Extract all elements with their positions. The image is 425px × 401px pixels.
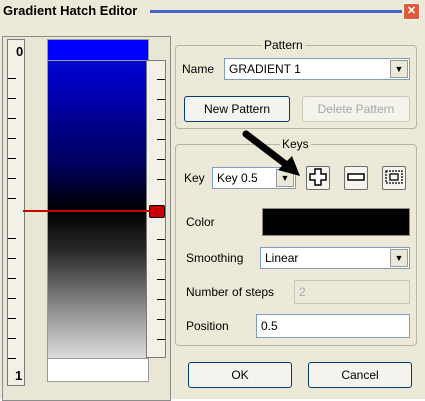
- smoothing-label: Smoothing: [186, 251, 244, 265]
- ruler-tick: [8, 138, 16, 139]
- key-color-swatch[interactable]: [262, 208, 410, 236]
- ruler-tick: [8, 238, 16, 239]
- copy-key-button[interactable]: [382, 166, 406, 190]
- chevron-down-icon[interactable]: ▼: [390, 60, 408, 78]
- position-label: Position: [186, 319, 229, 333]
- ruler-tick: [157, 179, 165, 180]
- ruler-tick: [8, 338, 16, 339]
- ruler-tick: [8, 118, 16, 119]
- copy-key-icon: [385, 170, 403, 184]
- name-label: Name: [182, 62, 215, 76]
- ruler-tick: [157, 339, 165, 340]
- gradient-preview-panel: 0 1: [2, 36, 171, 401]
- ruler-tick: [8, 78, 16, 79]
- smoothing-value: Linear: [265, 251, 299, 265]
- cancel-button[interactable]: Cancel: [308, 362, 412, 388]
- key-label: Key: [184, 171, 205, 185]
- ruler-tick: [8, 298, 16, 299]
- plus-icon: [309, 168, 327, 186]
- ruler-tick: [8, 358, 16, 359]
- window-title: Gradient Hatch Editor: [3, 3, 138, 18]
- chevron-down-icon[interactable]: ▼: [390, 249, 408, 267]
- ruler-tick: [8, 98, 16, 99]
- ruler-tick: [8, 158, 16, 159]
- color-label: Color: [186, 215, 215, 229]
- title-accent-bar: [150, 10, 402, 13]
- ruler-tick: [157, 139, 165, 140]
- ruler-tick: [157, 239, 165, 240]
- title-bar: Gradient Hatch Editor ✕: [0, 0, 425, 22]
- smoothing-select[interactable]: Linear ▼: [260, 247, 410, 269]
- gradient-end-key[interactable]: [48, 358, 148, 381]
- pattern-name-select[interactable]: GRADIENT 1 ▼: [224, 58, 410, 80]
- ok-button[interactable]: OK: [188, 362, 292, 388]
- dialog-body: 0 1 Pattern Name GRADIENT 1 ▼ New Patter…: [0, 21, 425, 401]
- ruler-tick: [157, 299, 165, 300]
- ruler-tick: [157, 99, 165, 100]
- steps-field: 2: [294, 280, 410, 304]
- ruler-bottom-label: 1: [15, 368, 23, 383]
- ruler-tick: [8, 178, 16, 179]
- ruler-tick: [8, 258, 16, 259]
- position-field[interactable]: 0.5: [256, 314, 410, 338]
- ruler-tick: [8, 318, 16, 319]
- pattern-name-value: GRADIENT 1: [229, 62, 301, 76]
- new-pattern-button[interactable]: New Pattern: [184, 96, 290, 122]
- steps-value: 2: [299, 285, 306, 299]
- key-drag-handle[interactable]: [149, 205, 165, 218]
- arrow-pointer-icon: [242, 130, 300, 176]
- ruler-tick: [157, 159, 165, 160]
- steps-label: Number of steps: [186, 285, 275, 299]
- gradient-start-key[interactable]: [48, 40, 148, 61]
- ruler-tick: [157, 279, 165, 280]
- key-position-line: [23, 210, 149, 212]
- ruler-tick: [157, 79, 165, 80]
- ruler-tick: [157, 319, 165, 320]
- delete-pattern-button[interactable]: Delete Pattern: [302, 96, 410, 122]
- close-button[interactable]: ✕: [403, 3, 420, 20]
- pattern-group: Pattern Name GRADIENT 1 ▼ New Pattern De…: [175, 38, 417, 129]
- ruler-tick: [8, 198, 16, 199]
- ruler-top-label: 0: [16, 44, 24, 59]
- left-ruler: 0 1: [7, 39, 25, 386]
- position-value: 0.5: [261, 319, 278, 333]
- add-key-button[interactable]: [306, 166, 330, 190]
- ruler-tick: [8, 278, 16, 279]
- ruler-tick: [157, 259, 165, 260]
- pattern-group-title: Pattern: [262, 38, 305, 52]
- minus-icon: [347, 173, 365, 181]
- remove-key-button[interactable]: [344, 166, 368, 190]
- ruler-tick: [157, 119, 165, 120]
